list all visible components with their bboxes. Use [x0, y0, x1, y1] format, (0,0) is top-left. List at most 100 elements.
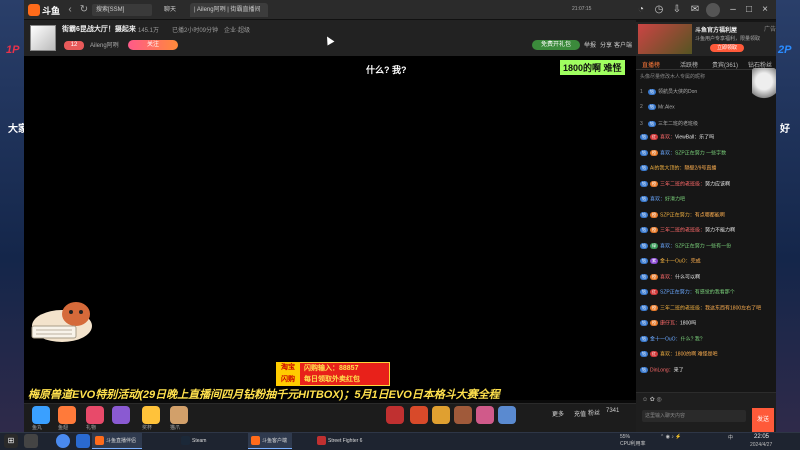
- tray-icons[interactable]: ⌃ ◉ ♪ ⚡: [660, 434, 681, 440]
- chat-message[interactable]: 钻橙喜欢：什么可以啊: [640, 273, 774, 281]
- gift-icon[interactable]: ✉: [688, 3, 702, 17]
- douyu-logo[interactable]: 斗鱼: [28, 3, 62, 17]
- rank-row[interactable]: 3 钻三年二班的老班级: [640, 120, 698, 130]
- chat-username[interactable]: 喜欢：: [660, 274, 675, 280]
- gift-item-rocket-icon[interactable]: [112, 406, 130, 424]
- gift-slot-icon[interactable]: [386, 406, 404, 424]
- close-icon[interactable]: ×: [758, 3, 772, 17]
- chat-message[interactable]: 钻橙三年二班的老班级：努力不能力啊: [640, 227, 774, 234]
- gift-slot-icon[interactable]: [410, 406, 428, 424]
- start-icon[interactable]: ⊞: [4, 434, 18, 448]
- user-avatar[interactable]: [706, 3, 720, 17]
- chat-username[interactable]: 康仔瓦：: [660, 320, 680, 326]
- tab-chat[interactable]: 聊天: [160, 3, 180, 17]
- taskbar-app-douyu-client[interactable]: 斗鱼客户端: [248, 433, 292, 449]
- taskbar-app-street-fighter[interactable]: Street Fighter 6: [314, 433, 376, 449]
- rank-row[interactable]: 2 钻 Mr.Alex: [640, 104, 675, 114]
- report-link[interactable]: 举报: [584, 40, 596, 49]
- chat-username[interactable]: 金十一OuO：: [660, 258, 691, 264]
- tab-active-rank[interactable]: 活跃榜: [680, 60, 698, 69]
- chat-message[interactable]: 钻红喜欢：ViewBall：乐了吗: [640, 134, 774, 141]
- ad-title: 斗鱼官方福利屋: [695, 28, 738, 34]
- chat-message[interactable]: 钻橙 SZP正在努力：有点哪都能啊: [640, 211, 774, 219]
- gift-item-label: 奖杯: [142, 425, 153, 431]
- taskbar-app-steam[interactable]: Steam: [178, 433, 222, 449]
- chat-username[interactable]: DinLong：: [650, 367, 674, 373]
- chat-message[interactable]: 钻橙三年二班的老班级：我这东西有1800左右了吧: [640, 304, 774, 312]
- history-icon[interactable]: ◷: [652, 3, 666, 17]
- tab-live-room[interactable]: | Aileng阿咧 | 街霸直播间: [190, 3, 268, 17]
- danmu-message: 1800的啊 难怪: [560, 60, 625, 75]
- download-icon[interactable]: ⇩: [670, 3, 684, 17]
- chat-message[interactable]: 钻红喜欢：1800的啊 难怪是吧: [640, 351, 774, 358]
- chat-message[interactable]: 钻橙康仔瓦：1800吗: [640, 320, 774, 327]
- viewer-count: 145.1万: [138, 28, 160, 34]
- video-player[interactable]: [24, 56, 636, 400]
- gift-slot-icon[interactable]: [498, 406, 516, 424]
- gift-item-fin-icon[interactable]: [58, 406, 76, 424]
- chat-input[interactable]: 这里输入聊天内容: [642, 410, 746, 422]
- ad-label[interactable]: 广告: [764, 24, 776, 33]
- chat-username[interactable]: SZP正在努力：: [660, 212, 695, 218]
- send-button[interactable]: 发送: [752, 408, 774, 432]
- search-input[interactable]: 搜索[SSM]: [92, 4, 152, 16]
- maximize-icon[interactable]: □: [742, 3, 756, 17]
- search-icon[interactable]: [24, 434, 38, 448]
- chat-message[interactable]: 钻喜欢：好滑力吧: [640, 196, 774, 203]
- gift-slot-icon[interactable]: [454, 406, 472, 424]
- user-badge: 钻: [640, 366, 648, 373]
- chat-username[interactable]: 喜欢：: [660, 134, 675, 140]
- chat-username[interactable]: SZP正在努力：: [660, 289, 695, 295]
- chat-username[interactable]: 喜欢：: [650, 196, 665, 202]
- chat-message[interactable]: 钻 DinLong：来了: [640, 366, 774, 374]
- ad-claim-button[interactable]: 立即领取: [710, 44, 744, 52]
- back-icon[interactable]: ‹: [64, 4, 76, 16]
- chat-message[interactable]: 钻橙三年二班的老班级：努力应该啊: [640, 180, 774, 188]
- gift-item-box-icon[interactable]: [86, 406, 104, 424]
- chat-username[interactable]: 三年二班的老班级：: [660, 227, 705, 233]
- chat-message[interactable]: 钻 Ai的我大顶的：隔壁2/9号直播: [640, 165, 774, 172]
- tab-vip[interactable]: 贵宾(361): [712, 60, 738, 69]
- gift-slot-icon[interactable]: [476, 406, 494, 424]
- chat-username[interactable]: 三年二班的老班级：: [660, 305, 705, 311]
- user-badge: 红: [650, 289, 658, 295]
- emoji-icon[interactable]: ☺ ✿ ◎: [642, 396, 662, 403]
- host-name[interactable]: Aileng阿咧: [90, 40, 119, 49]
- app-icon[interactable]: [76, 434, 90, 448]
- recharge-button[interactable]: 充值: [570, 406, 590, 424]
- follow-button[interactable]: 关注: [128, 40, 178, 50]
- minimize-icon[interactable]: –: [726, 3, 740, 17]
- more-button[interactable]: 更多: [548, 406, 568, 424]
- chat-username[interactable]: 金十一OuO：: [650, 336, 681, 342]
- notification-icon[interactable]: ◔: [634, 3, 648, 17]
- chrome-icon[interactable]: [56, 434, 70, 448]
- chat-message[interactable]: 钻金十一OuO：什么? 我?: [640, 335, 774, 343]
- chat-message[interactable]: 钻绿喜欢：SZP正在努力 一些有一份: [640, 242, 774, 250]
- clock-time[interactable]: 22:05: [754, 434, 769, 440]
- trophy-icon[interactable]: [142, 406, 160, 424]
- chat-message[interactable]: 钻橙喜欢：SZP正在努力 一些字数: [640, 149, 774, 157]
- share-link[interactable]: 分享: [600, 40, 612, 49]
- rank-row[interactable]: 1 钻领航员大侠的Don: [640, 88, 697, 98]
- chat-username[interactable]: 三年二班的老班级：: [660, 181, 705, 187]
- cat-paw-icon[interactable]: [170, 406, 188, 424]
- chat-username[interactable]: 喜欢：: [660, 243, 675, 249]
- chat-username[interactable]: Ai的我大顶的：: [650, 165, 684, 171]
- chat-message[interactable]: 钻红 SZP正在努力：有感觉的我看那个: [640, 289, 774, 296]
- chat-username[interactable]: 喜欢：: [660, 351, 675, 357]
- chat-username[interactable]: 喜欢：: [660, 150, 675, 156]
- refresh-icon[interactable]: ↻: [78, 4, 90, 16]
- input-language[interactable]: 中: [728, 434, 733, 441]
- promo-sub-text: 每日领取外卖红包: [304, 376, 360, 383]
- gift-item-fishball-icon[interactable]: [32, 406, 50, 424]
- free-gift-button[interactable]: 免费开礼包: [532, 40, 580, 50]
- client-link[interactable]: 客户端: [614, 40, 632, 49]
- tab-chat-label: 聊天: [164, 7, 177, 13]
- taskbar-app-douyu-companion[interactable]: 斗鱼直播伴侣: [92, 433, 142, 449]
- tab-live-rank[interactable]: 直播榜: [642, 60, 660, 69]
- gift-slot-icon[interactable]: [432, 406, 450, 424]
- clock-date[interactable]: 2024/4/27: [750, 442, 772, 448]
- window-clock: 21:07:15: [572, 6, 592, 12]
- host-avatar[interactable]: [30, 25, 56, 51]
- chat-message[interactable]: 钻紫金十一OuO：完成: [640, 258, 774, 265]
